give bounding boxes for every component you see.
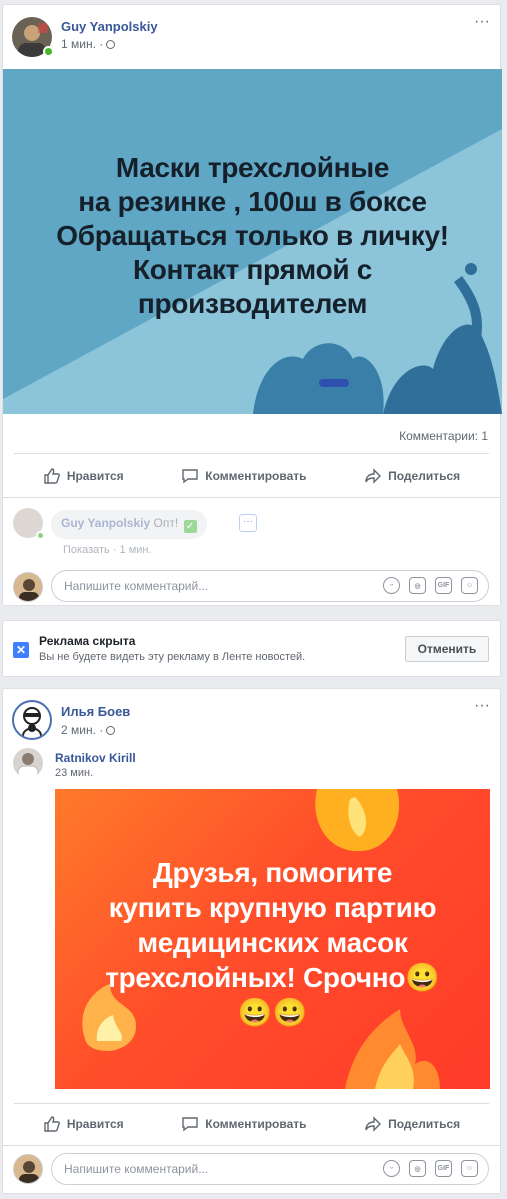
hidden-ad-subtitle: Вы не будете видеть эту рекламу в Ленте … [39, 651, 306, 663]
avatar[interactable] [12, 700, 52, 740]
post-card: Guy Yanpolskiy 1 мин. · ··· Маски трехсл… [2, 4, 502, 606]
comment-input[interactable]: Напишите комментарий... ᵕ ◎ GIF ☺ [51, 570, 489, 602]
banner-line: Контакт прямой с [132, 254, 373, 285]
emoji-icon[interactable]: ᵕ [383, 577, 400, 594]
share-label: Поделиться [388, 469, 461, 483]
more-options-icon[interactable]: ··· [474, 698, 490, 714]
banner-line: трехслойных! Срочно😀 [105, 962, 440, 993]
thumbs-up-icon [44, 1116, 60, 1132]
post-image-text: Маски трехслойные на резинке , 100ш в бо… [3, 151, 502, 321]
comment-input-icons: ᵕ ◎ GIF ☺ [383, 577, 478, 594]
more-options-icon[interactable]: ··· [474, 14, 490, 30]
share-icon [365, 468, 382, 484]
banner-line: 😀😀 [237, 997, 308, 1028]
comment-input[interactable]: Напишите комментарий... ᵕ ◎ GIF ☺ [51, 1153, 489, 1185]
comment-icon [182, 469, 198, 484]
check-emoji-icon: ✓ [183, 520, 197, 533]
banner-line: купить крупную партию [108, 892, 437, 923]
comments-section: Guy Yanpolskiy Опт! ✓ ··· Показать · 1 м… [3, 497, 500, 605]
like-label: Нравится [66, 469, 124, 483]
hidden-ad-title: Реклама скрыта [39, 634, 136, 648]
close-icon: ✕ [13, 642, 29, 658]
divider [14, 1103, 489, 1104]
shared-author[interactable]: Ratnikov Kirill [55, 751, 136, 765]
comment-icon [182, 1117, 198, 1132]
share-button[interactable]: Поделиться [364, 1115, 460, 1133]
camera-icon[interactable]: ◎ [409, 577, 426, 594]
post-image[interactable]: Маски трехслойные на резинке , 100ш в бо… [3, 69, 502, 414]
hidden-ad-notice: ✕ Реклама скрыта Вы не будете видеть эту… [2, 620, 501, 677]
comment-label: Комментировать [205, 1117, 307, 1131]
undo-button[interactable]: Отменить [405, 636, 489, 662]
globe-icon [106, 726, 116, 735]
post-actions: Нравится Комментировать Поделиться [14, 459, 489, 493]
comments-section: Напишите комментарий... ᵕ ◎ GIF ☺ [3, 1145, 500, 1193]
globe-icon [106, 40, 116, 49]
post-actions: Нравится Комментировать Поделиться [14, 1107, 489, 1141]
comment-placeholder: Напишите комментарий... [64, 579, 209, 593]
post-image-text: Друзья, помогите купить крупную партию м… [55, 855, 490, 1030]
comment-input-icons: ᵕ ◎ GIF ☺ [383, 1160, 478, 1177]
like-button[interactable]: Нравится [43, 467, 124, 485]
shared-time[interactable]: 23 мин. [55, 767, 93, 779]
gif-icon[interactable]: GIF [435, 1160, 452, 1177]
banner-line: на резинке , 100ш в боксе [78, 186, 427, 217]
share-button[interactable]: Поделиться [364, 467, 460, 485]
share-icon [365, 1116, 382, 1132]
my-avatar [13, 572, 43, 602]
banner-line: Маски трехслойные [115, 152, 390, 183]
shared-avatar[interactable] [13, 748, 43, 778]
like-label: Нравится [66, 1117, 124, 1131]
comment-options-icon[interactable]: ··· [239, 514, 257, 532]
my-avatar [13, 1154, 43, 1184]
comment-links[interactable]: Показать · 1 мин. [63, 544, 152, 556]
post-time-text: 2 мин. · [61, 723, 104, 737]
post-author[interactable]: Илья Боев [61, 704, 130, 719]
post-time[interactable]: 2 мин. · [61, 723, 116, 737]
comments-count[interactable]: Комментарии: 1 [399, 429, 488, 443]
divider [14, 453, 489, 454]
comment-author[interactable]: Guy Yanpolskiy [61, 516, 150, 530]
comment-button[interactable]: Комментировать [181, 467, 307, 485]
gif-icon[interactable]: GIF [435, 577, 452, 594]
camera-icon[interactable]: ◎ [409, 1160, 426, 1177]
banner-line: производителем [137, 288, 368, 319]
emoji-icon[interactable]: ᵕ [383, 1160, 400, 1177]
comment-text: Опт! [153, 516, 179, 530]
post-card: Илья Боев 2 мин. · ··· Ratnikov Kirill 2… [2, 688, 501, 1194]
post-time[interactable]: 1 мин. · [61, 37, 116, 51]
comment-placeholder: Напишите комментарий... [64, 1162, 209, 1176]
post-image[interactable]: Друзья, помогите купить крупную партию м… [55, 789, 490, 1089]
comment-button[interactable]: Комментировать [181, 1115, 307, 1133]
comment-label: Комментировать [205, 469, 307, 483]
post-author[interactable]: Guy Yanpolskiy [61, 19, 158, 34]
banner-line: Обращаться только в личку! [56, 220, 449, 251]
sticker-icon[interactable]: ☺ [461, 577, 478, 594]
online-indicator [36, 531, 45, 540]
sticker-icon[interactable]: ☺ [461, 1160, 478, 1177]
thumbs-up-icon [44, 468, 60, 484]
banner-line: медицинских масок [137, 927, 408, 958]
like-button[interactable]: Нравится [43, 1115, 124, 1133]
comment-bubble: Guy Yanpolskiy Опт! ✓ [51, 510, 207, 539]
banner-line: Друзья, помогите [152, 857, 393, 888]
share-label: Поделиться [388, 1117, 461, 1131]
online-indicator [43, 46, 54, 57]
post-time-text: 1 мин. · [61, 37, 104, 51]
